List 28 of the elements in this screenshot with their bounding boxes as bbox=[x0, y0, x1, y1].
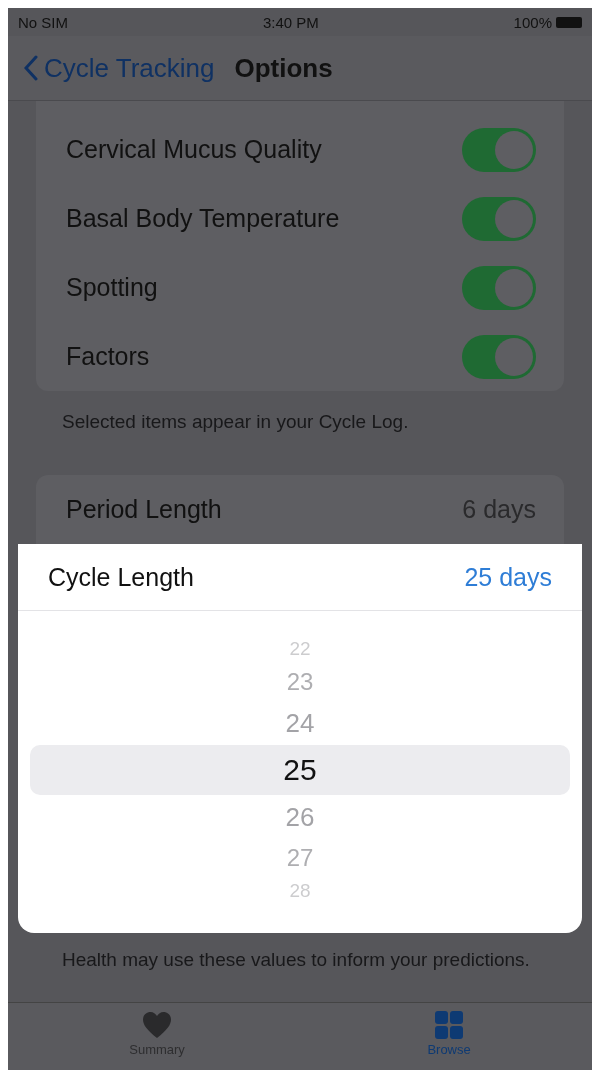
toggle-switch[interactable] bbox=[462, 265, 536, 310]
battery-percent: 100% bbox=[513, 13, 552, 31]
row-label: Basal Body Temperature bbox=[66, 204, 340, 233]
section-footer: Health may use these values to inform your predictions. bbox=[36, 933, 564, 975]
grid-icon bbox=[435, 1011, 464, 1039]
toggle-switch[interactable] bbox=[462, 334, 536, 379]
picker-option[interactable]: 27 bbox=[30, 839, 570, 877]
row-label: Period Length bbox=[66, 495, 222, 524]
row-value: 25 days bbox=[464, 562, 552, 592]
row-label: Factors bbox=[66, 342, 150, 371]
page-title: Options bbox=[234, 52, 333, 84]
heart-icon bbox=[142, 1011, 173, 1039]
toggle-switch[interactable] bbox=[462, 196, 536, 241]
clock: 3:40 PM bbox=[262, 13, 319, 31]
carrier-label: No SIM bbox=[18, 13, 68, 31]
row-label: Cycle Length bbox=[48, 562, 194, 592]
section-footer: Selected items appear in your Cycle Log. bbox=[36, 391, 564, 437]
row-label: Spotting bbox=[66, 273, 158, 302]
picker-option[interactable]: 26 bbox=[30, 795, 570, 839]
row-label: Cervical Mucus Quality bbox=[66, 135, 322, 164]
tab[interactable]: Browse bbox=[427, 1011, 471, 1070]
toggle-switch[interactable] bbox=[462, 127, 536, 172]
back-button[interactable]: Cycle Tracking bbox=[24, 52, 215, 84]
battery-icon bbox=[556, 16, 582, 28]
picker-option[interactable]: 24 bbox=[30, 701, 570, 745]
picker-option[interactable]: 25 bbox=[30, 745, 570, 795]
picker-option[interactable]: 23 bbox=[30, 663, 570, 701]
back-chevron-icon bbox=[24, 55, 38, 81]
